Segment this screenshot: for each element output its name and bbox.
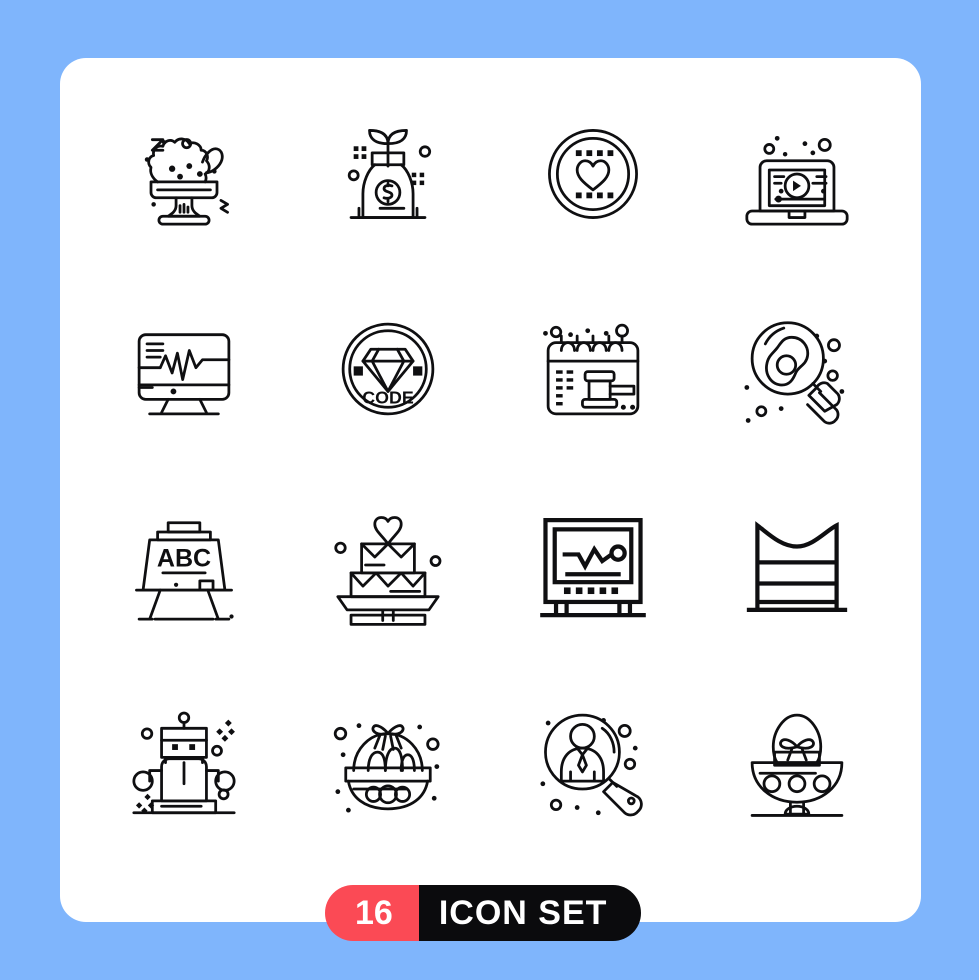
magnifier-egg-icon — [744, 321, 845, 425]
icon-cell-wedding-cake-heart[interactable] — [286, 467, 490, 663]
icon-cell-heart-coin-badge[interactable] — [491, 76, 695, 272]
icon-set-label: ICON SET — [418, 885, 642, 941]
icon-cell-easter-basket-eggs[interactable] — [286, 663, 490, 859]
abc-board-text: ABC — [157, 544, 211, 572]
icon-cell-calendar-gavel[interactable] — [491, 272, 695, 468]
code-badge-text: CODE — [363, 388, 415, 408]
heart-coin-badge-icon — [547, 128, 638, 219]
screenshot-stage: CODE ABC 16 ICON SET — [0, 0, 979, 980]
icon-set-badge: 16 ICON SET — [325, 885, 642, 941]
icon-cell-easel-abc-board[interactable]: ABC — [82, 467, 286, 663]
icon-cell-easter-egg-bowl[interactable] — [695, 663, 899, 859]
icon-cell-diamond-code-badge[interactable]: CODE — [286, 272, 490, 468]
icon-cell-robot[interactable] — [82, 663, 286, 859]
laptop-video-play-icon — [745, 135, 849, 226]
icon-cell-ecg-monitor[interactable] — [491, 467, 695, 663]
ice-cream-sundae-bowl-icon — [144, 137, 230, 226]
ecg-monitor-icon — [539, 517, 646, 618]
icon-count-label: 16 — [325, 885, 419, 941]
easel-abc-board-icon: ABC — [135, 521, 234, 621]
calendar-gavel-icon — [542, 324, 639, 416]
icon-cell-ice-cream-sundae-bowl[interactable] — [82, 76, 286, 272]
wedding-cake-heart-icon — [334, 515, 442, 626]
monitor-analytics-chart-icon — [137, 333, 231, 416]
money-plant-jar-icon — [348, 128, 432, 219]
robot-icon — [132, 711, 236, 815]
icon-cell-magnifier-person-search[interactable] — [491, 663, 695, 859]
diamond-code-badge-icon: CODE — [342, 322, 435, 416]
icon-cell-money-plant-jar[interactable] — [286, 76, 490, 272]
stacked-towels-icon — [746, 520, 848, 612]
icon-cell-magnifier-egg[interactable] — [695, 272, 899, 468]
icon-cell-monitor-analytics-chart[interactable] — [82, 272, 286, 468]
magnifier-person-search-icon — [540, 713, 643, 817]
easter-basket-eggs-icon — [334, 723, 440, 813]
easter-egg-bowl-icon — [750, 713, 844, 818]
icon-grid: CODE ABC — [60, 58, 921, 858]
icon-cell-stacked-towels[interactable] — [695, 467, 899, 663]
icon-cell-laptop-video-play[interactable] — [695, 76, 899, 272]
